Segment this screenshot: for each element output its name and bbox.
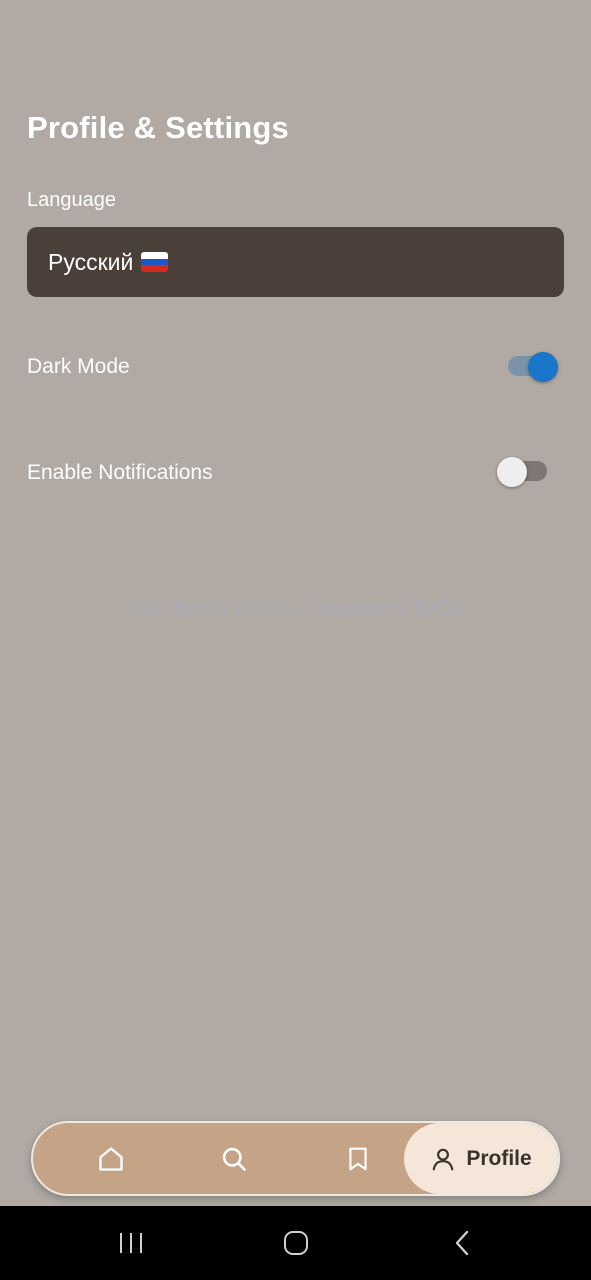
app-version-note: OKO Movies v1.0.0 — powered by TMDB	[129, 599, 462, 619]
language-selected-value: Русский	[48, 248, 134, 275]
notifications-toggle[interactable]	[497, 457, 549, 487]
nav-search-button[interactable]	[204, 1123, 264, 1194]
person-icon	[433, 1148, 454, 1170]
recent-apps-button[interactable]	[91, 1206, 171, 1280]
notifications-label: Enable Notifications	[27, 461, 213, 484]
nav-profile-button[interactable]: Profile	[404, 1123, 558, 1194]
dark-mode-label: Dark Mode	[27, 355, 130, 378]
home-icon	[99, 1146, 123, 1171]
nav-bookmarks-button[interactable]	[328, 1123, 388, 1194]
settings-screen: Profile & Settings Language Русский Dark…	[0, 0, 591, 1280]
dark-mode-toggle[interactable]	[508, 352, 560, 382]
system-navigation-bar	[0, 1206, 591, 1280]
system-home-button[interactable]	[256, 1206, 336, 1280]
search-icon	[222, 1147, 246, 1171]
nav-profile-label: Profile	[466, 1146, 532, 1170]
page-title: Profile & Settings	[27, 110, 289, 145]
system-back-button[interactable]	[422, 1206, 502, 1280]
bookmark-icon	[349, 1147, 367, 1170]
recent-apps-icon	[120, 1233, 142, 1253]
nav-home-button[interactable]	[81, 1123, 141, 1194]
notifications-toggle-thumb	[497, 457, 527, 487]
language-label: Language	[27, 189, 116, 211]
russia-flag-icon	[141, 252, 169, 272]
bottom-nav: Profile	[31, 1121, 560, 1196]
home-circle-icon	[284, 1231, 308, 1255]
dark-mode-toggle-thumb	[528, 352, 558, 382]
language-select[interactable]: Русский	[27, 227, 564, 297]
back-chevron-icon	[455, 1230, 469, 1256]
